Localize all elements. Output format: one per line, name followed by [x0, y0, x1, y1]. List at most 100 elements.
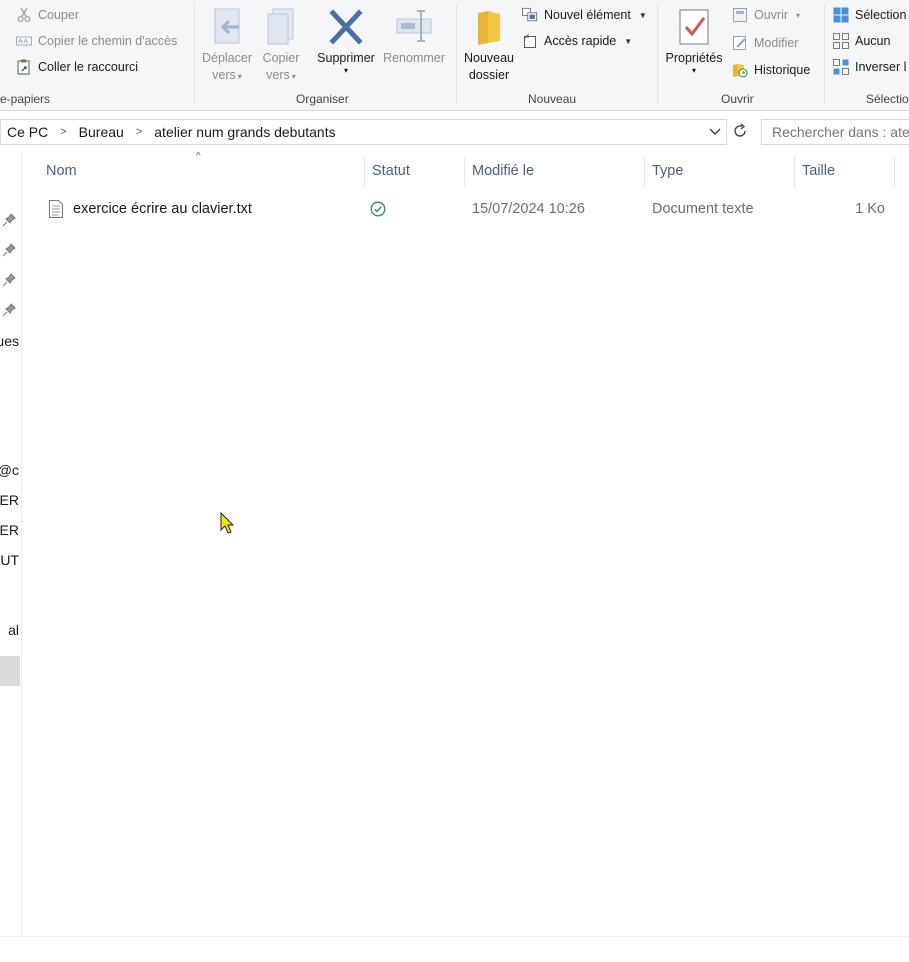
invert-selection-label: Inverser l [855, 60, 907, 74]
invert-selection-icon [833, 59, 849, 75]
select-all-icon [833, 7, 849, 23]
breadcrumb-current-folder[interactable]: atelier num grands debutants [154, 124, 335, 140]
column-header-size[interactable]: Taille [794, 155, 894, 187]
search-input[interactable] [761, 119, 909, 145]
nav-item[interactable]: @c [0, 462, 19, 478]
properties-label: Propriétés [665, 51, 723, 65]
file-name[interactable]: exercice écrire au clavier.txt [73, 195, 252, 223]
nav-item[interactable]: ER [0, 522, 19, 538]
paste-icon-fragment: r [0, 56, 2, 78]
mouse-cursor-icon [220, 512, 235, 534]
scissors-icon [16, 7, 32, 23]
history-icon [732, 62, 748, 78]
pin-icon[interactable] [2, 303, 16, 317]
chevron-right-icon[interactable]: > [136, 126, 142, 138]
copy-to-icon [261, 4, 301, 50]
new-folder-label-2: dossier [468, 68, 510, 82]
nav-item-selected[interactable] [0, 656, 20, 686]
new-item-icon [522, 7, 538, 23]
synced-check-icon [370, 195, 386, 223]
invert-selection-button[interactable]: Inverser l [833, 56, 906, 78]
group-divider [824, 4, 825, 104]
column-header-name[interactable]: Nom [38, 155, 364, 187]
rename-icon [394, 4, 434, 50]
paste-shortcut-icon [16, 59, 32, 75]
open-group-label: Ouvrir [721, 92, 754, 106]
address-bar[interactable]: Ce PC > Bureau > atelier num grands debu… [0, 119, 727, 145]
open-dropdown-icon: ▾ [796, 10, 801, 20]
paste-shortcut-label: Coller le raccourci [38, 60, 139, 74]
open-icon [732, 7, 748, 23]
pin-icon[interactable] [2, 273, 16, 287]
group-divider [456, 4, 457, 104]
move-to-button[interactable]: Déplacer vers ▾ [200, 4, 254, 85]
column-divider[interactable] [894, 157, 895, 187]
delete-x-icon [326, 4, 366, 50]
history-label: Historique [754, 63, 811, 77]
file-size: 1 Ko [855, 201, 885, 217]
column-headers: Nom Statut Modifié le Type Taille [22, 155, 909, 187]
text-file-icon [48, 195, 64, 223]
new-item-button[interactable]: Nouvel élément ▼ [522, 4, 647, 26]
copy-path-label: Copier le chemin d'accès [38, 34, 178, 48]
delete-button[interactable]: Supprimer ▾ [313, 4, 379, 75]
address-history-chevron-down-icon[interactable] [708, 124, 722, 141]
new-item-dropdown-icon: ▼ [638, 10, 647, 20]
file-modified: 15/07/2024 10:26 [472, 201, 585, 217]
copy-to-button[interactable]: Copier vers ▾ [256, 4, 306, 85]
breadcrumb-this-pc[interactable]: Ce PC [7, 124, 48, 140]
open-label: Ouvrir [754, 8, 789, 22]
select-none-button[interactable]: Aucun [833, 30, 890, 52]
open-button[interactable]: Ouvrir ▾ [732, 4, 800, 26]
copy-path-icon [16, 33, 32, 49]
nav-item[interactable]: ues [0, 333, 19, 349]
select-group-label: Sélectio [866, 92, 909, 106]
select-all-label: Sélection [855, 8, 907, 22]
chevron-right-icon[interactable]: > [60, 126, 66, 138]
rename-button[interactable]: Renommer [381, 4, 447, 67]
refresh-button[interactable] [729, 119, 751, 145]
properties-check-icon [674, 4, 714, 50]
column-header-status[interactable]: Statut [364, 155, 464, 187]
move-to-icon [207, 4, 247, 50]
edit-button[interactable]: Modifier [732, 32, 798, 54]
refresh-icon [732, 122, 748, 142]
properties-button[interactable]: Propriétés ▾ [662, 4, 726, 75]
clipboard-group-label: e-papiers [0, 92, 51, 106]
pin-icon[interactable] [2, 213, 16, 227]
easy-access-dropdown-icon: ▼ [624, 36, 633, 46]
delete-dropdown-icon[interactable]: ▾ [344, 67, 348, 75]
group-divider [657, 4, 658, 104]
select-none-icon [833, 33, 849, 49]
column-header-modified[interactable]: Modifié le [464, 155, 644, 187]
nav-item[interactable]: al [8, 622, 19, 638]
edit-pencil-icon [732, 35, 748, 51]
organize-group-label: Organiser [296, 92, 349, 106]
file-row[interactable]: exercice écrire au clavier.txt 15/07/202… [22, 195, 909, 223]
cut-button[interactable]: Couper [16, 4, 79, 26]
nav-item[interactable]: UT [0, 552, 19, 568]
copy-path-button[interactable]: Copier le chemin d'accès [16, 30, 177, 52]
new-folder-label-1: Nouveau [463, 51, 515, 65]
new-item-label: Nouvel élément [544, 8, 631, 22]
move-to-label-1: Déplacer [201, 51, 253, 65]
file-type: Document texte [652, 201, 754, 217]
easy-access-label: Accès rapide [544, 34, 617, 48]
column-header-type[interactable]: Type [644, 155, 794, 187]
breadcrumb-desktop[interactable]: Bureau [79, 124, 124, 140]
delete-label: Supprimer [317, 51, 375, 65]
move-to-label-2: vers [212, 68, 236, 82]
select-all-button[interactable]: Sélection [833, 4, 906, 26]
ribbon: Couper Copier le chemin d'accès Coller l… [0, 0, 909, 111]
edit-label: Modifier [754, 36, 799, 50]
nav-item[interactable]: ER [0, 492, 19, 508]
new-folder-button[interactable]: Nouveau dossier [461, 4, 517, 84]
pin-icon[interactable] [2, 243, 16, 257]
paste-shortcut-button[interactable]: Coller le raccourci [16, 56, 138, 78]
copy-to-label-1: Copier [262, 51, 300, 65]
properties-dropdown-icon[interactable]: ▾ [692, 67, 696, 75]
rename-label: Renommer [383, 51, 445, 65]
easy-access-button[interactable]: Accès rapide ▼ [522, 30, 632, 52]
new-group-label: Nouveau [528, 92, 577, 106]
history-button[interactable]: Historique [732, 59, 810, 81]
